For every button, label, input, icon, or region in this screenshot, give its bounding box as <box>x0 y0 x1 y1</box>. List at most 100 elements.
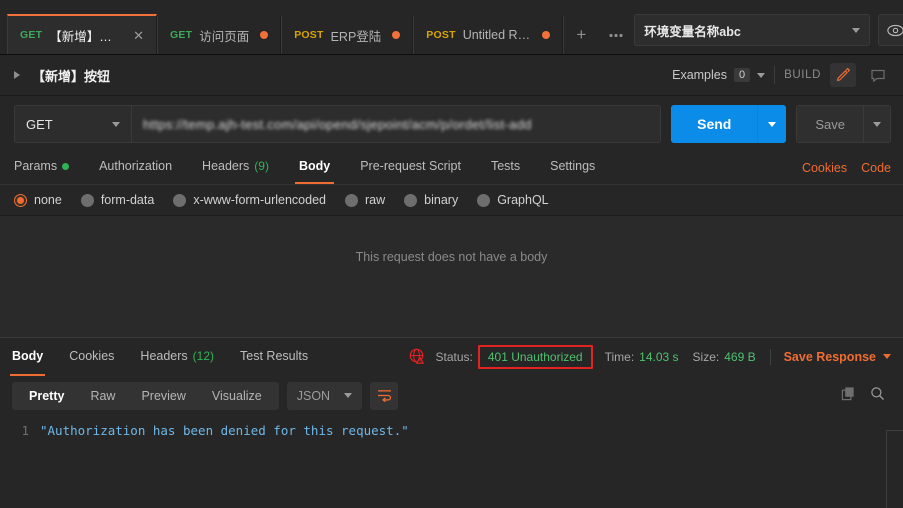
radio-icon <box>80 193 94 207</box>
tab-headers[interactable]: Headers (9) <box>202 152 269 184</box>
tab-headers-label: Headers <box>202 159 250 173</box>
tab-method-0: GET <box>20 29 43 41</box>
divider <box>769 348 771 365</box>
tab-headers-count: (9) <box>254 159 269 173</box>
response-format-select[interactable]: JSON <box>286 381 363 410</box>
copy-button[interactable] <box>841 386 856 406</box>
send-button[interactable]: Send <box>671 105 758 143</box>
new-tab-button[interactable]: + <box>563 16 599 54</box>
save-options-button[interactable] <box>863 105 891 143</box>
environment-controls: 环境变量名称abc <box>634 14 903 54</box>
tab-tests[interactable]: Tests <box>491 152 520 184</box>
view-mode-raw[interactable]: Raw <box>77 382 128 410</box>
response-tabs-row: Body Cookies Headers (12) Test Results S… <box>0 337 903 376</box>
http-method-select[interactable]: GET <box>14 105 131 143</box>
response-tab-body-label: Body <box>12 348 44 363</box>
build-label: BUILD <box>784 69 821 81</box>
eye-icon <box>887 24 903 36</box>
empty-body-message: This request does not have a body <box>355 250 548 264</box>
response-tab-headers-count: (12) <box>192 348 215 363</box>
edit-request-button[interactable] <box>830 63 856 87</box>
cookies-link[interactable]: Cookies <box>802 161 847 175</box>
size-value: 469 B <box>724 349 756 364</box>
body-type-none-label: none <box>34 193 62 207</box>
url-text: https://temp.ajh-test.com/api/opend/sjep… <box>143 116 532 132</box>
response-tab-headers[interactable]: Headers (12) <box>140 338 214 376</box>
chevron-down-icon <box>112 121 120 127</box>
response-format-label: JSON <box>296 388 331 403</box>
response-tab-cookies[interactable]: Cookies <box>69 338 114 376</box>
line-number: 1 <box>21 422 29 438</box>
body-type-urlencoded[interactable]: x-www-form-urlencoded <box>173 193 326 207</box>
wrap-lines-button[interactable] <box>370 381 399 410</box>
comment-button[interactable] <box>865 63 891 87</box>
url-input[interactable]: https://temp.ajh-test.com/api/opend/sjep… <box>131 105 662 143</box>
copy-icon <box>841 386 854 400</box>
request-name-row: 【新增】按钮 Examples 0 BUILD <box>0 55 903 96</box>
time-group: Time: 14.03 s <box>605 350 679 364</box>
request-tab-1[interactable]: GET 访问页面 <box>157 16 282 54</box>
response-meta: Status: 401 Unauthorized Time: 14.03 s S… <box>409 338 891 376</box>
examples-dropdown[interactable]: Examples 0 <box>672 68 766 82</box>
unsaved-dot-icon <box>542 31 551 39</box>
close-icon[interactable]: ✕ <box>133 29 144 42</box>
line-content: "Authorization has been denied for this … <box>40 422 409 438</box>
url-row: GET https://temp.ajh-test.com/api/opend/… <box>0 96 903 152</box>
response-tab-test-results-label: Test Results <box>240 348 309 363</box>
tab-pre-request-script[interactable]: Pre-request Script <box>360 152 461 184</box>
search-button[interactable] <box>870 386 885 406</box>
ellipsis-icon <box>609 33 623 37</box>
tab-method-3: POST <box>426 29 456 41</box>
chevron-down-icon <box>757 72 766 78</box>
response-view-modes: Pretty Raw Preview Visualize <box>12 381 279 410</box>
body-type-urlencoded-label: x-www-form-urlencoded <box>193 193 326 207</box>
request-tab-strip: GET 【新增】按钮 ✕ GET 访问页面 POST ERP登陆 POST Un… <box>0 0 635 54</box>
wrap-lines-icon <box>377 390 391 402</box>
send-options-button[interactable] <box>757 105 787 143</box>
body-type-form-data[interactable]: form-data <box>80 193 154 207</box>
radio-icon <box>477 193 491 207</box>
request-tab-3[interactable]: POST Untitled Re... <box>413 16 564 54</box>
tab-params-label: Params <box>14 159 58 173</box>
tab-params[interactable]: Params <box>14 152 70 184</box>
response-tools <box>841 386 891 406</box>
tab-settings[interactable]: Settings <box>550 152 595 184</box>
chevron-right-icon[interactable] <box>14 71 20 79</box>
view-mode-preview[interactable]: Preview <box>128 382 198 410</box>
response-body-viewer[interactable]: 1 "Authorization has been denied for thi… <box>0 415 903 508</box>
tab-options-button[interactable] <box>598 16 635 54</box>
active-dot-icon <box>62 162 70 170</box>
view-mode-visualize[interactable]: Visualize <box>199 382 275 410</box>
send-group: Send <box>671 105 787 143</box>
page-title: 【新增】按钮 <box>32 68 111 84</box>
body-type-binary[interactable]: binary <box>404 193 458 207</box>
response-tab-test-results[interactable]: Test Results <box>240 338 308 376</box>
request-tab-2[interactable]: POST ERP登陆 <box>281 16 414 54</box>
comment-icon <box>871 69 885 82</box>
tab-body[interactable]: Body <box>294 152 335 184</box>
postman-window: GET 【新增】按钮 ✕ GET 访问页面 POST ERP登陆 POST Un… <box>0 0 903 508</box>
tab-settings-label: Settings <box>550 159 596 173</box>
response-tab-body[interactable]: Body <box>9 338 46 376</box>
tab-bar: GET 【新增】按钮 ✕ GET 访问页面 POST ERP登陆 POST Un… <box>0 0 903 55</box>
status-value: 401 Unauthorized <box>487 349 583 364</box>
environment-quick-look-button[interactable] <box>878 14 903 46</box>
environment-selected-label: 环境变量名称abc <box>644 24 741 39</box>
request-name-actions: Examples 0 BUILD <box>672 63 891 87</box>
time-value: 14.03 s <box>639 349 679 364</box>
save-response-button[interactable]: Save Response <box>784 350 891 364</box>
code-line: 1 "Authorization has been denied for thi… <box>0 422 903 440</box>
environment-select[interactable]: 环境变量名称abc <box>634 14 871 46</box>
tab-authorization-label: Authorization <box>99 159 173 173</box>
code-link[interactable]: Code <box>861 161 891 175</box>
body-type-graphql-label: GraphQL <box>497 193 549 207</box>
request-tab-0[interactable]: GET 【新增】按钮 ✕ <box>7 14 157 54</box>
body-type-raw[interactable]: raw <box>345 193 385 207</box>
view-mode-pretty[interactable]: Pretty <box>16 382 77 410</box>
tab-authorization[interactable]: Authorization <box>99 152 172 184</box>
tab-title-1: 访问页面 <box>199 29 250 44</box>
body-type-graphql[interactable]: GraphQL <box>477 193 549 207</box>
body-type-none[interactable]: none <box>14 193 62 207</box>
save-button[interactable]: Save <box>796 105 863 143</box>
tab-body-label: Body <box>298 159 331 173</box>
